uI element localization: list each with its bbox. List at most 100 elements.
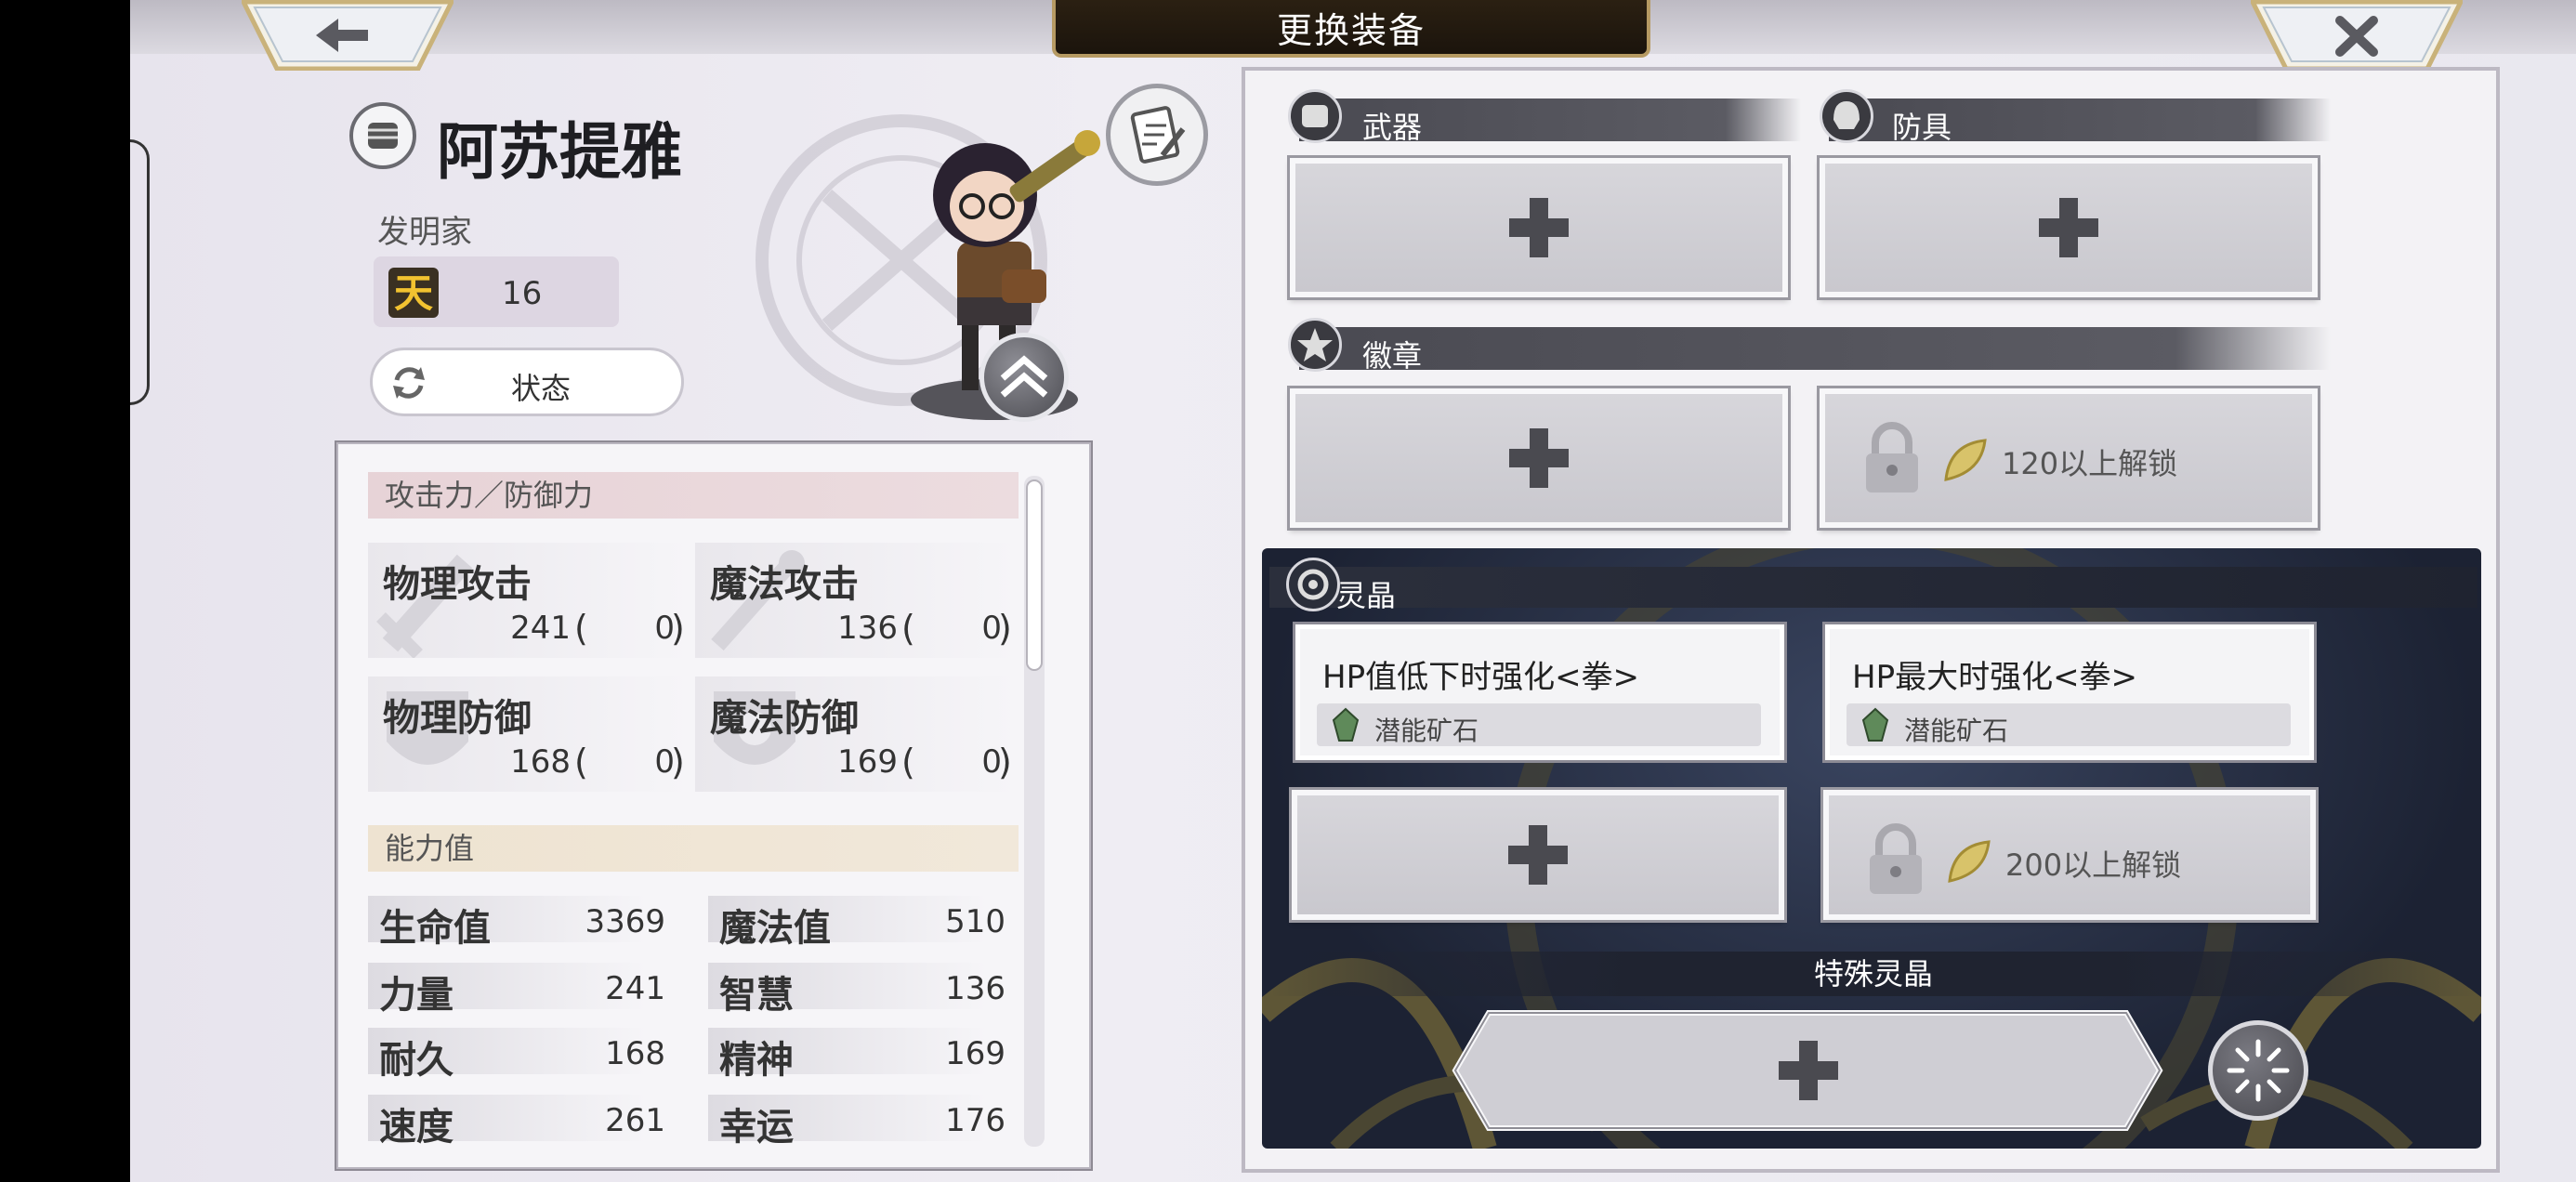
special-slot-frame (1452, 1010, 2163, 1131)
stat-spirit-label: 精神 (719, 1039, 794, 1082)
character-job: 发明家 (377, 214, 472, 251)
attack-defense-heading: 攻击力／防御力 (368, 472, 1019, 519)
physical-defense-card: 物理防御 168 () 0 (368, 676, 690, 792)
armor-slot[interactable] (1820, 158, 2318, 297)
rank-tian-icon: 天 (388, 268, 439, 318)
stat-mp: 魔法值 510 (708, 894, 1005, 950)
badge-locked-slot: 120以上解锁 (1820, 388, 2318, 528)
magic-defense-label: 魔法防御 (710, 697, 859, 740)
stat-strength-value: 241 (605, 970, 665, 1007)
stat-speed-label: 速度 (379, 1106, 453, 1149)
wing-leaf-icon (1948, 840, 1991, 883)
status-button[interactable]: 状态 (370, 348, 684, 416)
stat-luck-label: 幸运 (719, 1106, 794, 1149)
crystal-slot-2-type: 潜能矿石 (1904, 716, 2009, 746)
crystal-slot-1-type-box: 潜能矿石 (1317, 703, 1761, 746)
stat-endurance: 耐久 168 (368, 1026, 665, 1082)
armor-label: 防具 (1892, 110, 1952, 145)
memo-button[interactable] (1106, 84, 1208, 186)
stat-luck-value: 176 (945, 1102, 1005, 1139)
crystal-header: 灵晶 (1269, 567, 2477, 613)
badge-slot[interactable] (1290, 388, 1788, 528)
fist-weapon-icon (349, 102, 416, 169)
stat-hp-label: 生命值 (379, 907, 491, 950)
double-chevron-up-icon (1000, 355, 1048, 398)
stat-wisdom: 智慧 136 (708, 961, 1005, 1017)
wing-leaf-icon (1944, 439, 1987, 481)
stat-luck: 幸运 176 (708, 1093, 1005, 1149)
stat-speed: 速度 261 (368, 1093, 665, 1149)
equipment-screen: 更换装备 阿苏提雅 发明家 天 16 状态 攻击力／防御力 物理攻击 241 (… (130, 0, 2576, 1182)
magic-attack-bonus: 0 (981, 610, 1002, 647)
svg-text:天: 天 (394, 270, 433, 316)
physical-attack-label: 物理攻击 (383, 563, 532, 606)
badge-star-icon (1288, 318, 1342, 372)
physical-defense-bonus: 0 (654, 743, 675, 781)
stat-endurance-value: 168 (605, 1035, 665, 1072)
back-arrow-icon (240, 0, 455, 72)
crystal-label: 灵晶 (1336, 578, 1397, 613)
crystal-slot-2-type-box: 潜能矿石 (1847, 703, 2291, 746)
abilities-heading: 能力值 (368, 825, 1019, 872)
magic-attack-label: 魔法攻击 (710, 563, 859, 606)
magic-defense-card: 魔法防御 169 () 0 (695, 676, 1017, 792)
page-title: 更换装备 (1052, 0, 1650, 58)
crystal-slot-1-type: 潜能矿石 (1374, 716, 1479, 746)
plus-icon (2039, 198, 2098, 257)
crystal-slot-1[interactable]: HP值低下时强化<拳> 潜能矿石 (1295, 624, 1784, 760)
rank-value: 16 (502, 275, 543, 312)
lock-icon (1866, 422, 1918, 492)
stat-spirit: 精神 169 (708, 1026, 1005, 1082)
crystal-settings-button[interactable] (2208, 1020, 2308, 1121)
crystal-gear-icon (1286, 558, 1340, 611)
expand-up-button[interactable] (979, 333, 1069, 422)
physical-defense-label: 物理防御 (383, 697, 532, 740)
badge-header: 徽章 (1299, 327, 2331, 374)
stat-hp: 生命值 3369 (368, 894, 665, 950)
physical-attack-bonus: 0 (654, 610, 675, 647)
magic-defense-bonus: 0 (981, 743, 1002, 781)
status-button-label: 状态 (510, 371, 571, 406)
sparkle-gear-icon (2227, 1039, 2290, 1102)
crystal-locked-slot: 200以上解锁 (1823, 790, 2316, 920)
weapon-header: 武器 (1299, 98, 1801, 145)
crystal-slot-2[interactable]: HP最大时强化<拳> 潜能矿石 (1825, 624, 2314, 760)
stat-speed-value: 261 (605, 1102, 665, 1139)
stat-hp-value: 3369 (585, 903, 665, 940)
physical-attack-card: 物理攻击 241 () 0 (368, 543, 690, 658)
special-crystal-header: 特殊灵晶 (1269, 952, 2477, 996)
badge-label: 徽章 (1362, 338, 1423, 374)
ore-crystal-icon (1332, 707, 1360, 742)
character-name: 阿苏提雅 (437, 116, 682, 188)
stat-strength-label: 力量 (379, 974, 453, 1017)
memo-edit-icon (1130, 106, 1186, 164)
lock-icon (1870, 823, 1922, 894)
magic-defense-value: 169 (837, 743, 898, 781)
magic-attack-value: 136 (837, 610, 898, 647)
plus-icon (1508, 825, 1568, 885)
page-title-text: 更换装备 (1276, 9, 1426, 51)
physical-attack-value: 241 (510, 610, 571, 647)
stat-endurance-label: 耐久 (379, 1039, 453, 1082)
screen-notch (130, 139, 150, 405)
back-button[interactable] (240, 0, 455, 72)
crystal-slot-3[interactable] (1292, 790, 1784, 920)
weapon-icon (1288, 89, 1342, 143)
close-button[interactable] (2249, 0, 2464, 72)
special-crystal-slot[interactable] (1452, 1009, 2163, 1132)
weapon-slot[interactable] (1290, 158, 1788, 297)
crystal-locked-text: 200以上解锁 (2005, 847, 2182, 883)
stat-strength: 力量 241 (368, 961, 665, 1017)
stat-mp-label: 魔法值 (719, 907, 831, 950)
crystal-slot-1-name: HP值低下时强化<拳> (1322, 659, 1640, 696)
stat-mp-value: 510 (945, 903, 1005, 940)
plus-icon (1509, 198, 1569, 257)
physical-defense-value: 168 (510, 743, 571, 781)
stat-wisdom-label: 智慧 (719, 974, 794, 1017)
magic-attack-card: 魔法攻击 136 () 0 (695, 543, 1017, 658)
weapon-label: 武器 (1362, 110, 1423, 145)
close-icon (2249, 0, 2464, 72)
plus-icon (1509, 428, 1569, 488)
stats-scroll-thumb[interactable] (1026, 479, 1043, 671)
stat-wisdom-value: 136 (945, 970, 1005, 1007)
